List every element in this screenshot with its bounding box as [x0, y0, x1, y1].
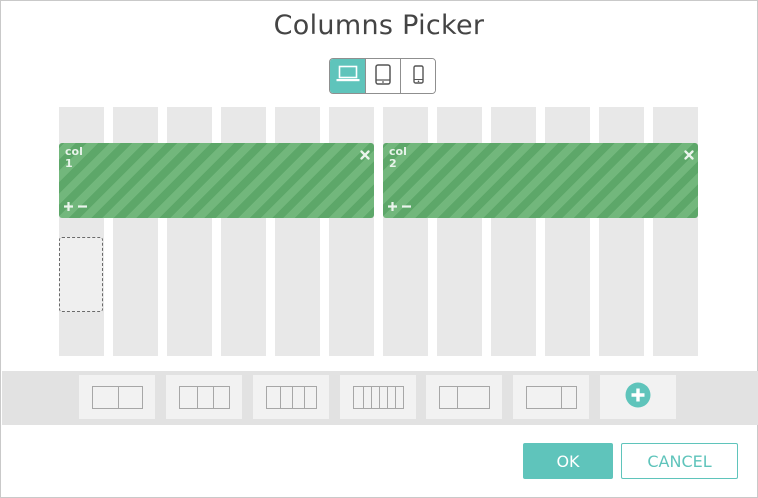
- preset-narrow-wide[interactable]: [513, 375, 589, 419]
- minus-icon[interactable]: [401, 197, 412, 216]
- preset-6-columns[interactable]: [340, 375, 416, 419]
- column-block-label: col 1: [65, 145, 83, 170]
- device-laptop-button[interactable]: [330, 59, 365, 93]
- six-columns-icon: [352, 385, 404, 409]
- cancel-button[interactable]: CANCEL: [621, 443, 738, 479]
- device-phone-button[interactable]: [400, 59, 435, 93]
- new-column-placeholder[interactable]: [59, 237, 103, 312]
- columns-picker-dialog: Columns Picker col 1 col 2 OK CANCEL: [0, 0, 758, 498]
- close-icon[interactable]: [684, 145, 694, 164]
- preset-2-columns[interactable]: [79, 375, 155, 419]
- column-block-label: col 2: [389, 145, 407, 170]
- preset-4-columns[interactable]: [253, 375, 329, 419]
- two-columns-icon: [91, 385, 143, 409]
- device-selector: [329, 58, 436, 94]
- plus-icon[interactable]: [387, 197, 398, 216]
- narrow-wide-columns-icon: [438, 385, 490, 409]
- column-block-1[interactable]: col 1: [59, 143, 374, 218]
- dialog-title: Columns Picker: [273, 10, 485, 41]
- minus-icon[interactable]: [77, 197, 88, 216]
- preset-wide-narrow[interactable]: [426, 375, 502, 419]
- three-columns-icon: [178, 385, 230, 409]
- device-tablet-button[interactable]: [365, 59, 400, 93]
- column-block-2[interactable]: col 2: [383, 143, 698, 218]
- preset-3-columns[interactable]: [166, 375, 242, 419]
- four-columns-icon: [265, 385, 317, 409]
- laptop-icon: [336, 65, 360, 87]
- wide-narrow-columns-icon: [525, 385, 577, 409]
- phone-icon: [412, 64, 424, 88]
- plus-icon[interactable]: [63, 197, 74, 216]
- close-icon[interactable]: [360, 145, 370, 164]
- tablet-icon: [375, 63, 391, 89]
- ok-button[interactable]: OK: [523, 443, 613, 479]
- add-preset-button[interactable]: [600, 375, 676, 419]
- preset-layouts-bar: [2, 371, 758, 425]
- plus-circle-icon: [625, 382, 651, 412]
